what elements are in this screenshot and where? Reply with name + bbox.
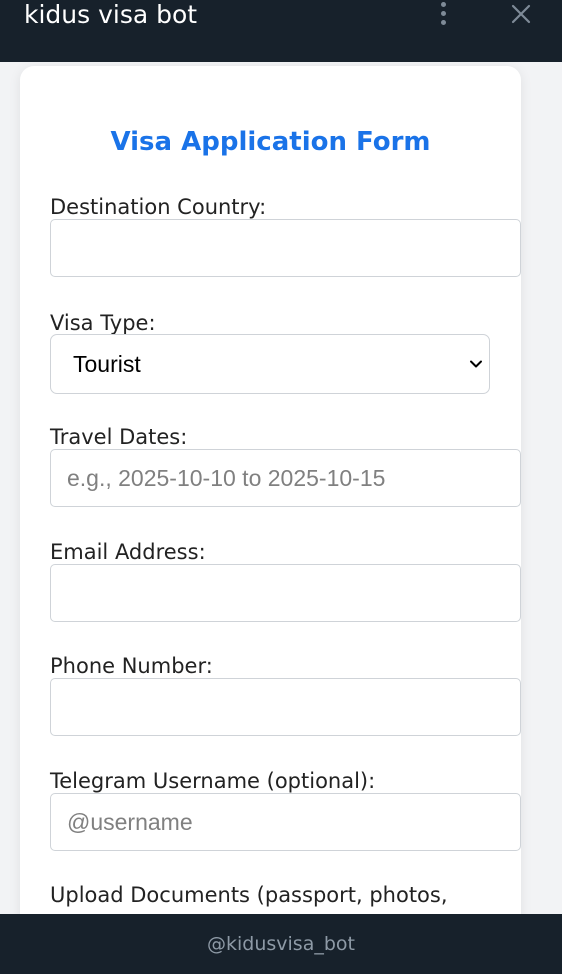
telegram-label: Telegram Username (optional): — [50, 769, 376, 793]
top-bar: kidus visa bot — [0, 0, 562, 62]
email-label: Email Address: — [50, 540, 206, 564]
form-scroll-area[interactable]: Visa Application Form Destination Countr… — [0, 62, 562, 914]
telegram-input[interactable] — [50, 793, 521, 851]
phone-label: Phone Number: — [50, 654, 213, 678]
upload-label: Upload Documents (passport, photos, — [50, 883, 448, 907]
form-title: Visa Application Form — [110, 127, 431, 157]
visa-type-select[interactable]: Tourist — [50, 334, 490, 394]
form-card: Visa Application Form Destination Countr… — [20, 66, 521, 914]
footer-bot-handle: @kidusvisa_bot — [0, 914, 562, 974]
destination-input[interactable] — [50, 219, 521, 277]
email-input[interactable] — [50, 564, 521, 622]
more-vertical-icon[interactable] — [433, 0, 453, 30]
destination-label: Destination Country: — [50, 195, 267, 219]
close-icon[interactable] — [509, 2, 533, 26]
visa-type-selected: Tourist — [73, 351, 141, 377]
phone-input[interactable] — [50, 678, 521, 736]
visa-type-label: Visa Type: — [50, 311, 156, 335]
chevron-down-icon — [470, 360, 482, 368]
travel-dates-input[interactable] — [50, 449, 521, 507]
travel-dates-label: Travel Dates: — [50, 425, 188, 449]
app-title: kidus visa bot — [24, 0, 198, 29]
